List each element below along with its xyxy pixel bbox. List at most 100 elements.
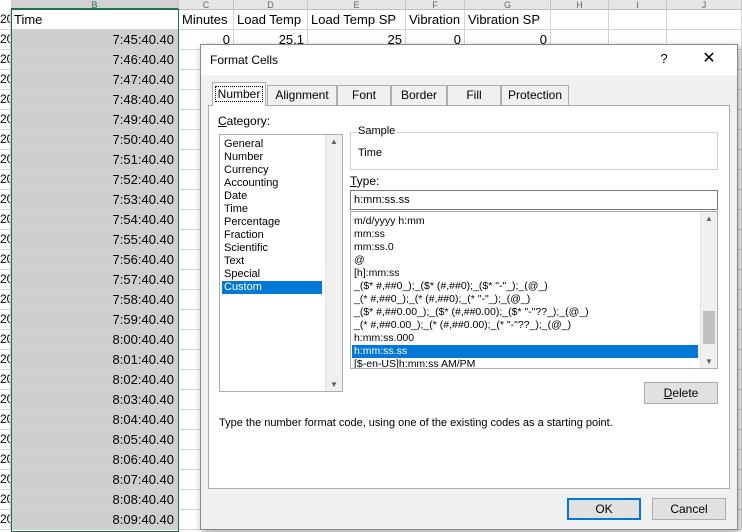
row-number: 20	[0, 210, 11, 230]
row-number: 20	[0, 190, 11, 210]
column-header-f[interactable]: F	[406, 0, 465, 10]
type-format-item[interactable]: mm:ss	[352, 228, 698, 241]
type-format-item[interactable]: _(* #,##0_);_(* (#,##0);_(* "-"_);_(@_)	[352, 293, 698, 306]
time-cell[interactable]: 8:05:40.40	[11, 430, 179, 450]
column-header-g[interactable]: G	[465, 0, 551, 10]
column-header-h[interactable]: H	[551, 0, 609, 10]
row-number: 20	[0, 510, 11, 530]
scroll-down-arrow-icon[interactable]: ▼	[701, 357, 717, 366]
column-header-d[interactable]: D	[234, 0, 308, 10]
header-cell[interactable]: Vibration SP	[465, 10, 551, 30]
number-tab-panel: Category: General Number Currency Accountin…	[208, 105, 730, 489]
category-item[interactable]: Fraction	[222, 229, 322, 242]
category-item[interactable]: Accounting	[222, 177, 322, 190]
type-list-scrollbar[interactable]: ▲ ▼	[700, 212, 717, 368]
delete-button[interactable]: Delete	[644, 382, 718, 404]
time-cell[interactable]: 7:56:40.40	[11, 250, 179, 270]
category-item[interactable]: Currency	[222, 164, 322, 177]
time-cell[interactable]: 7:51:40.40	[11, 150, 179, 170]
type-format-item[interactable]: [$-en-US]h:mm:ss AM/PM	[352, 358, 698, 368]
scroll-up-arrow-icon[interactable]: ▲	[701, 214, 717, 223]
time-cell[interactable]: 8:01:40.40	[11, 350, 179, 370]
type-input[interactable]: h:mm:ss.ss	[350, 190, 718, 210]
category-item[interactable]: General	[222, 138, 322, 151]
type-format-item[interactable]: h:mm:ss.000	[352, 332, 698, 345]
time-cell[interactable]: 7:54:40.40	[11, 210, 179, 230]
time-cell[interactable]: 7:52:40.40	[11, 170, 179, 190]
category-item[interactable]: Percentage	[222, 216, 322, 229]
type-format-item[interactable]: _($* #,##0.00_);_($* (#,##0.00);_($* "-"…	[352, 306, 698, 319]
dialog-title: Format Cells	[210, 53, 279, 67]
time-cell[interactable]: 8:06:40.40	[11, 450, 179, 470]
type-format-item[interactable]: mm:ss.0	[352, 241, 698, 254]
time-cell[interactable]: 8:09:40.40	[11, 510, 179, 530]
header-cell[interactable]: Load Temp	[234, 10, 308, 30]
category-item[interactable]: Custom	[222, 281, 322, 294]
time-cell[interactable]: 8:08:40.40	[11, 490, 179, 510]
header-cell[interactable]: Vibration	[406, 10, 465, 30]
scroll-up-arrow-icon[interactable]: ▲	[326, 137, 342, 146]
tab-fill[interactable]: Fill	[447, 85, 501, 105]
time-cell[interactable]: 7:49:40.40	[11, 110, 179, 130]
time-cell[interactable]: 7:55:40.40	[11, 230, 179, 250]
time-cell[interactable]: 7:53:40.40	[11, 190, 179, 210]
time-cell[interactable]: 8:07:40.40	[11, 470, 179, 490]
type-format-item[interactable]: @	[352, 254, 698, 267]
row-number: 20	[0, 430, 11, 450]
help-button[interactable]: ?	[656, 51, 672, 69]
time-cell[interactable]: 7:50:40.40	[11, 130, 179, 150]
column-header-b[interactable]: B	[11, 0, 179, 10]
category-item[interactable]: Number	[222, 151, 322, 164]
scroll-thumb[interactable]	[703, 311, 715, 344]
category-item[interactable]: Text	[222, 255, 322, 268]
time-cell[interactable]: 7:45:40.40	[11, 30, 179, 50]
empty-cell[interactable]	[609, 10, 667, 30]
header-cell[interactable]: Time	[11, 10, 179, 30]
header-cell[interactable]: Minutes	[179, 10, 234, 30]
time-cell[interactable]: 8:03:40.40	[11, 390, 179, 410]
category-item[interactable]: Special	[222, 268, 322, 281]
category-item[interactable]: Scientific	[222, 242, 322, 255]
row-number: 20	[0, 490, 11, 510]
cancel-button[interactable]: Cancel	[652, 498, 726, 520]
tab-protection[interactable]: Protection	[501, 85, 569, 105]
type-format-item[interactable]: _(* #,##0.00_);_(* (#,##0.00);_(* "-"??_…	[352, 319, 698, 332]
time-cell[interactable]: 8:00:40.40	[11, 330, 179, 350]
time-cell[interactable]: 7:58:40.40	[11, 290, 179, 310]
type-format-item[interactable]: _($* #,##0_);_($* (#,##0);_($* "-"_);_(@…	[352, 280, 698, 293]
time-cell[interactable]: 8:02:40.40	[11, 370, 179, 390]
category-label-text: Category:	[218, 114, 271, 128]
tab-alignment[interactable]: Alignment	[267, 85, 337, 105]
category-list[interactable]: General Number Currency Accounting Date Time P…	[219, 134, 343, 392]
delete-button-label: Delete	[663, 386, 699, 400]
type-format-list[interactable]: m/d/yyyy h:mm mm:ss mm:ss.0 @ [h]:mm:ss _($* …	[350, 211, 718, 369]
time-cell[interactable]: 7:47:40.40	[11, 70, 179, 90]
tab-font[interactable]: Font	[337, 85, 391, 105]
ok-button[interactable]: OK	[567, 498, 641, 520]
type-format-item[interactable]: m/d/yyyy h:mm	[352, 215, 698, 228]
type-format-item[interactable]: [h]:mm:ss	[352, 267, 698, 280]
time-cell[interactable]: 7:59:40.40	[11, 310, 179, 330]
empty-cell[interactable]	[551, 10, 609, 30]
column-header-e[interactable]: E	[308, 0, 406, 10]
time-cell[interactable]: 8:04:40.40	[11, 410, 179, 430]
time-cell[interactable]: 7:57:40.40	[11, 270, 179, 290]
type-format-item[interactable]: h:mm:ss.ss	[352, 345, 698, 358]
column-header-c[interactable]: C	[179, 0, 234, 10]
column-header-i[interactable]: I	[609, 0, 667, 10]
tab-border[interactable]: Border	[391, 85, 447, 105]
row-number: 20	[0, 350, 11, 370]
scroll-down-arrow-icon[interactable]: ▼	[326, 380, 342, 389]
category-scrollbar[interactable]: ▲ ▼	[325, 135, 342, 391]
category-item[interactable]: Time	[222, 203, 322, 216]
tab-number[interactable]: Number	[212, 82, 266, 106]
column-header-j[interactable]: J	[667, 0, 742, 10]
time-cell[interactable]: 7:48:40.40	[11, 90, 179, 110]
header-cell[interactable]: Load Temp SP	[308, 10, 406, 30]
time-cell[interactable]: 7:46:40.40	[11, 50, 179, 70]
row-number: 20	[0, 170, 11, 190]
category-item[interactable]: Date	[222, 190, 322, 203]
close-button[interactable]: ✕	[697, 49, 721, 71]
empty-cell[interactable]	[667, 10, 742, 30]
row-number: 20	[0, 250, 11, 270]
